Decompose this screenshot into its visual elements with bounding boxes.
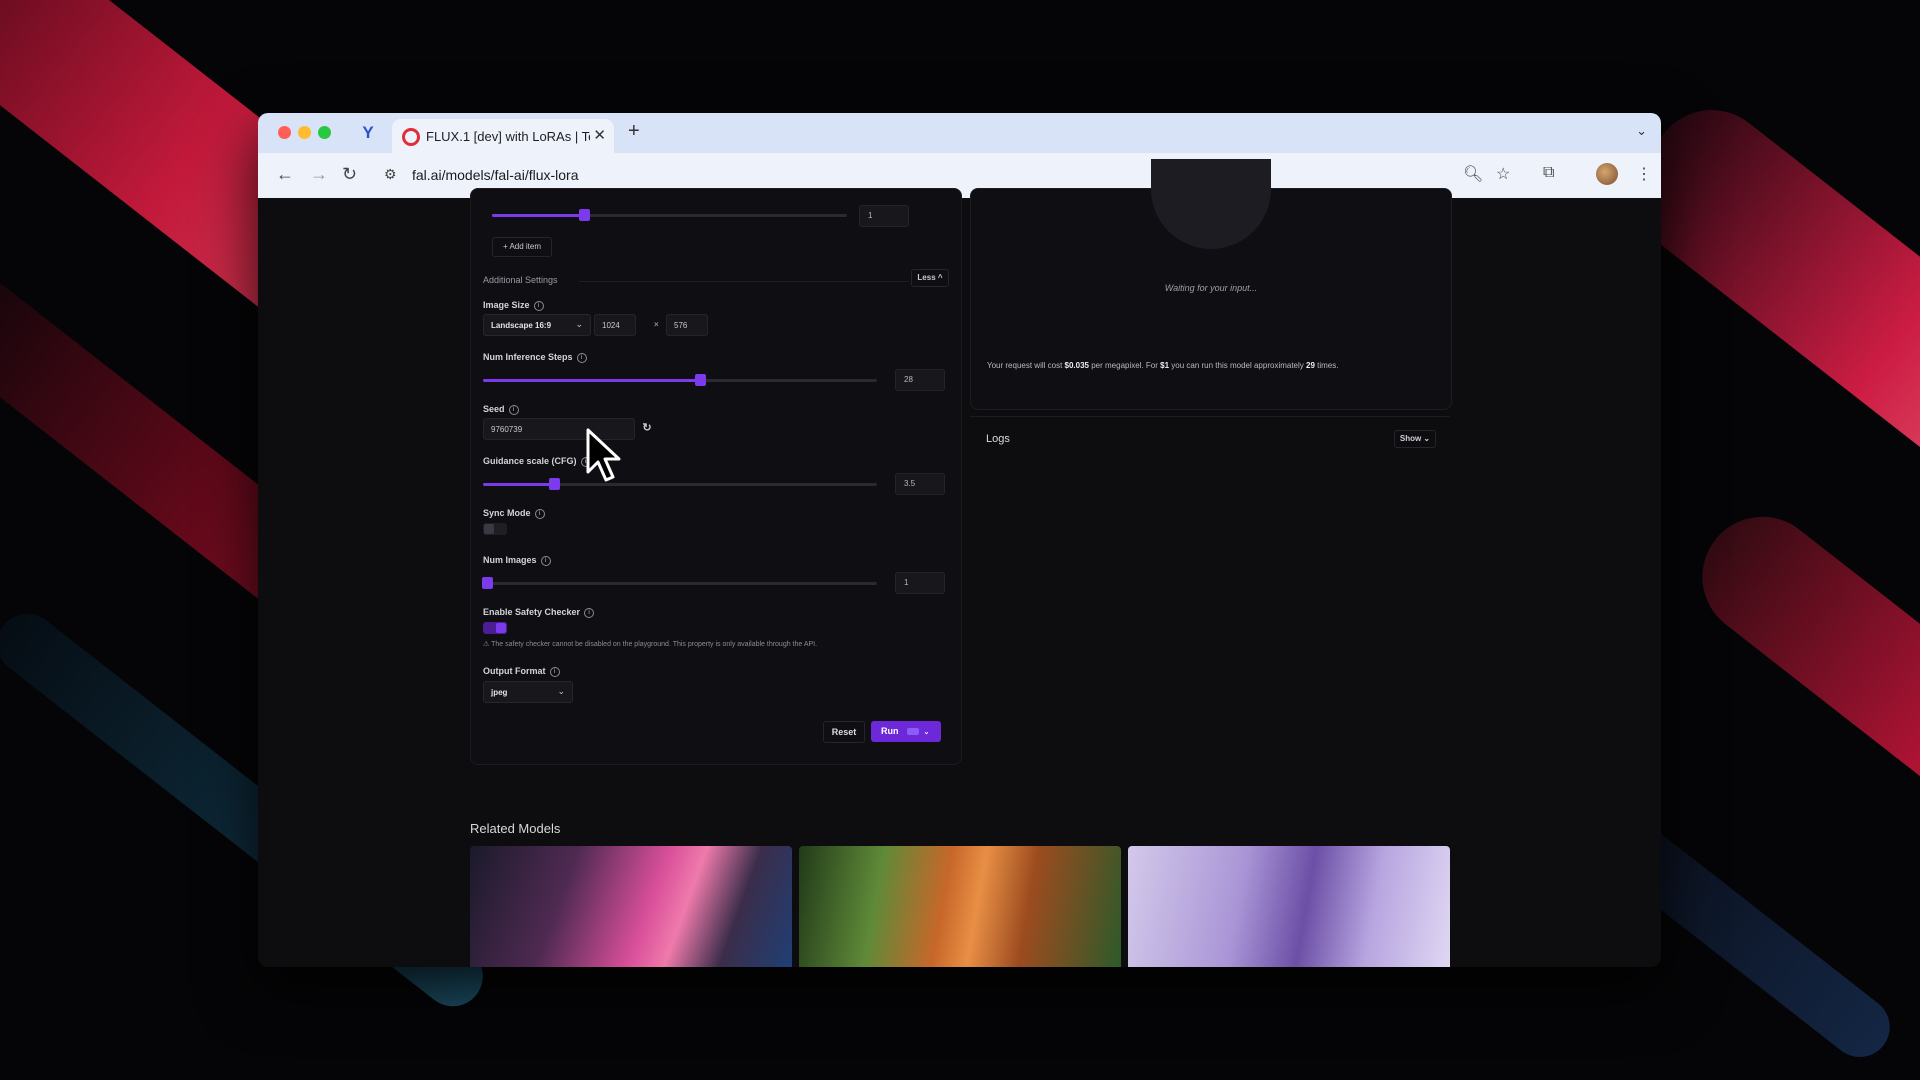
- info-icon[interactable]: i: [576, 352, 587, 363]
- guidance-scale-input[interactable]: 3.5: [895, 473, 945, 495]
- image-width-input[interactable]: 1024: [594, 314, 636, 336]
- inference-steps-thumb[interactable]: [694, 374, 706, 386]
- info-icon[interactable]: i: [533, 300, 544, 311]
- reload-icon[interactable]: ↻: [342, 164, 357, 185]
- sync-mode-toggle[interactable]: [483, 523, 507, 535]
- back-icon[interactable]: ←: [276, 164, 294, 185]
- image-size-label: Image Size i: [483, 300, 544, 311]
- page-content: 1 + Add item Additional Settings Less ^ …: [258, 159, 1661, 967]
- size-separator: ×: [654, 320, 659, 329]
- input-form-panel: 1 + Add item Additional Settings Less ^ …: [470, 188, 962, 765]
- mouse-cursor-icon: [586, 428, 621, 482]
- close-window-button[interactable]: [278, 126, 291, 139]
- logs-title: Logs: [986, 433, 1010, 445]
- related-model-card[interactable]: [1128, 846, 1450, 967]
- url-text: fal.ai/models/fal-ai/flux-lora: [412, 167, 579, 183]
- close-tab-icon[interactable]: ✕: [593, 126, 606, 144]
- output-panel: Waiting for your input... Your request w…: [970, 159, 1452, 410]
- browser-window: Y FLUX.1 [dev] with LoRAs | Te ✕ + ⌄ ← →…: [258, 113, 1661, 967]
- reset-button[interactable]: Reset: [823, 721, 865, 743]
- related-model-card[interactable]: [470, 846, 792, 967]
- address-bar[interactable]: ⚙ fal.ai/models/fal-ai/flux-lora: [378, 159, 1438, 191]
- additional-settings-heading: Additional Settings: [483, 275, 558, 285]
- num-inference-steps-label: Num Inference Steps i: [483, 352, 587, 363]
- profile-avatar[interactable]: [1596, 163, 1618, 185]
- placeholder-icon: [1151, 159, 1271, 249]
- inference-steps-input[interactable]: 28: [895, 369, 945, 391]
- bookmark-star-icon[interactable]: ☆: [1496, 164, 1510, 184]
- info-icon[interactable]: i: [540, 555, 551, 566]
- run-button[interactable]: Run ⌄: [871, 721, 941, 742]
- browser-menu-icon[interactable]: ⋮: [1636, 164, 1652, 184]
- seed-label: Seed i: [483, 404, 519, 415]
- guidance-scale-slider[interactable]: [483, 478, 877, 490]
- forward-icon[interactable]: →: [310, 164, 328, 185]
- less-toggle-button[interactable]: Less ^: [911, 269, 949, 287]
- add-item-button[interactable]: + Add item: [492, 237, 552, 257]
- site-settings-icon[interactable]: ⚙: [384, 166, 397, 183]
- safety-checker-toggle[interactable]: [483, 622, 507, 634]
- chevron-down-icon: ⌄: [557, 686, 565, 696]
- lora-scale-thumb[interactable]: [579, 209, 591, 221]
- maximize-window-button[interactable]: [318, 126, 331, 139]
- tab-list-chevron-icon[interactable]: ⌄: [1636, 123, 1647, 139]
- image-height-input[interactable]: 576: [666, 314, 708, 336]
- lora-scale-fill: [492, 214, 585, 217]
- output-format-label: Output Format i: [483, 666, 560, 677]
- chevron-down-icon: ⌄: [575, 319, 583, 329]
- output-format-select[interactable]: jpeg ⌄: [483, 681, 573, 703]
- waiting-message: Waiting for your input...: [1164, 283, 1258, 293]
- randomize-seed-icon[interactable]: ↻: [638, 419, 656, 437]
- safety-checker-label: Enable Safety Checker i: [483, 607, 595, 618]
- run-chevron-icon: ⌄: [923, 729, 930, 736]
- warning-icon: ⚠: [483, 641, 490, 648]
- cost-note: Your request will cost $0.035 per megapi…: [987, 361, 1339, 370]
- shortcut-badge: [907, 728, 920, 736]
- num-images-label: Num Images i: [483, 555, 551, 566]
- related-model-card[interactable]: [799, 846, 1121, 967]
- image-size-select[interactable]: Landscape 16:9 ⌄: [483, 314, 591, 336]
- minimize-window-button[interactable]: [298, 126, 311, 139]
- logs-show-button[interactable]: Show ⌄: [1394, 430, 1436, 448]
- new-tab-button[interactable]: +: [628, 120, 640, 143]
- related-models-heading: Related Models: [470, 821, 561, 836]
- info-icon[interactable]: i: [534, 508, 545, 519]
- num-images-slider[interactable]: [481, 577, 877, 589]
- info-icon[interactable]: i: [549, 666, 560, 677]
- num-images-input[interactable]: 1: [895, 572, 945, 594]
- pinned-tab-icon[interactable]: Y: [358, 123, 378, 143]
- guidance-scale-label: Guidance scale (CFG) i: [483, 456, 591, 467]
- tab-active[interactable]: FLUX.1 [dev] with LoRAs | Te ✕: [392, 119, 614, 153]
- inference-steps-fill: [483, 379, 700, 382]
- tab-title: FLUX.1 [dev] with LoRAs | Te: [426, 129, 590, 144]
- logs-panel: Logs Show ⌄: [970, 416, 1450, 717]
- num-images-thumb[interactable]: [481, 577, 493, 589]
- lora-scale-slider[interactable]: [492, 209, 847, 221]
- info-icon[interactable]: i: [508, 404, 519, 415]
- info-icon[interactable]: i: [584, 607, 595, 618]
- inference-steps-slider[interactable]: [483, 374, 877, 386]
- extensions-icon[interactable]: ⧉: [1543, 164, 1554, 182]
- guidance-scale-thumb[interactable]: [548, 478, 560, 490]
- tab-bar: Y FLUX.1 [dev] with LoRAs | Te ✕ + ⌄: [258, 113, 1661, 153]
- sync-mode-label: Sync Mode i: [483, 508, 545, 519]
- lora-scale-input[interactable]: 1: [859, 205, 909, 227]
- safety-checker-note: ⚠ The safety checker cannot be disabled …: [483, 641, 818, 648]
- fal-favicon-icon: [402, 128, 420, 146]
- zoom-icon[interactable]: 🔍︎: [1463, 164, 1483, 184]
- guidance-scale-fill: [483, 483, 554, 486]
